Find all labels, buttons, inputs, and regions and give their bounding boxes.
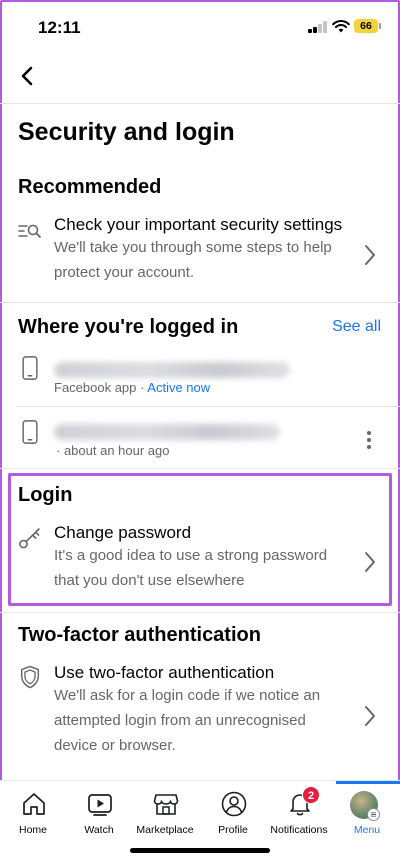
- battery-tip: [379, 23, 381, 29]
- blurred-device-name: [54, 362, 290, 378]
- item-title: Use two-factor authentication: [54, 663, 275, 682]
- page-title: Security and login: [18, 118, 235, 146]
- session-meta: · about an hour ago: [56, 443, 170, 458]
- tab-notifications[interactable]: Notifications: [266, 781, 332, 841]
- chevron-right-icon: [365, 552, 375, 572]
- see-all-link[interactable]: See all: [332, 318, 381, 336]
- section-title-recommended: Recommended: [18, 176, 162, 198]
- blurred-device-name: [54, 424, 280, 440]
- tab-home[interactable]: Home: [0, 781, 66, 841]
- signal-icon: [308, 21, 328, 33]
- phone-icon: [22, 356, 38, 380]
- status-bar: 12:11 66: [0, 0, 400, 52]
- home-indicator: [130, 848, 270, 853]
- item-description: We'll ask for a login code if we notice …: [54, 687, 321, 754]
- tab-watch[interactable]: Watch: [66, 781, 132, 841]
- section-title-logged-in: Where you're logged in: [18, 316, 239, 338]
- header-divider: [0, 103, 400, 104]
- section-divider: [0, 302, 400, 303]
- section-title-login: Login: [18, 484, 73, 506]
- tab-marketplace[interactable]: Marketplace: [132, 781, 198, 841]
- active-now-label: Active now: [147, 380, 211, 395]
- status-time: 12:11: [38, 18, 81, 37]
- section-divider: [0, 468, 400, 469]
- profile-icon: [221, 791, 247, 817]
- shield-icon: [20, 665, 40, 689]
- chevron-right-icon: [365, 706, 375, 726]
- item-title: Check your important security settings: [54, 215, 343, 234]
- menu-icon: [367, 808, 380, 821]
- search-settings-icon: [18, 224, 41, 238]
- section-title-two-factor: Two-factor authentication: [18, 624, 261, 646]
- session-meta: Facebook app · Active now: [54, 380, 211, 395]
- item-description: We'll take you through some steps to hel…: [54, 239, 332, 281]
- item-description: It's a good idea to use a strong passwor…: [54, 547, 328, 589]
- section-divider: [0, 612, 400, 613]
- key-icon: [19, 528, 40, 549]
- session-divider: [16, 406, 400, 407]
- home-icon: [23, 793, 45, 815]
- wifi-icon: [332, 20, 350, 33]
- watch-icon: [88, 794, 112, 816]
- battery-indicator: 66: [354, 19, 378, 33]
- chevron-right-icon: [365, 245, 375, 265]
- tab-profile[interactable]: Profile: [200, 781, 266, 841]
- marketplace-icon: [153, 794, 179, 815]
- phone-icon: [22, 420, 38, 444]
- more-options-icon[interactable]: [366, 431, 372, 451]
- notification-badge: 2: [302, 786, 320, 804]
- back-arrow-icon[interactable]: [16, 64, 40, 88]
- item-title: Change password: [54, 523, 192, 542]
